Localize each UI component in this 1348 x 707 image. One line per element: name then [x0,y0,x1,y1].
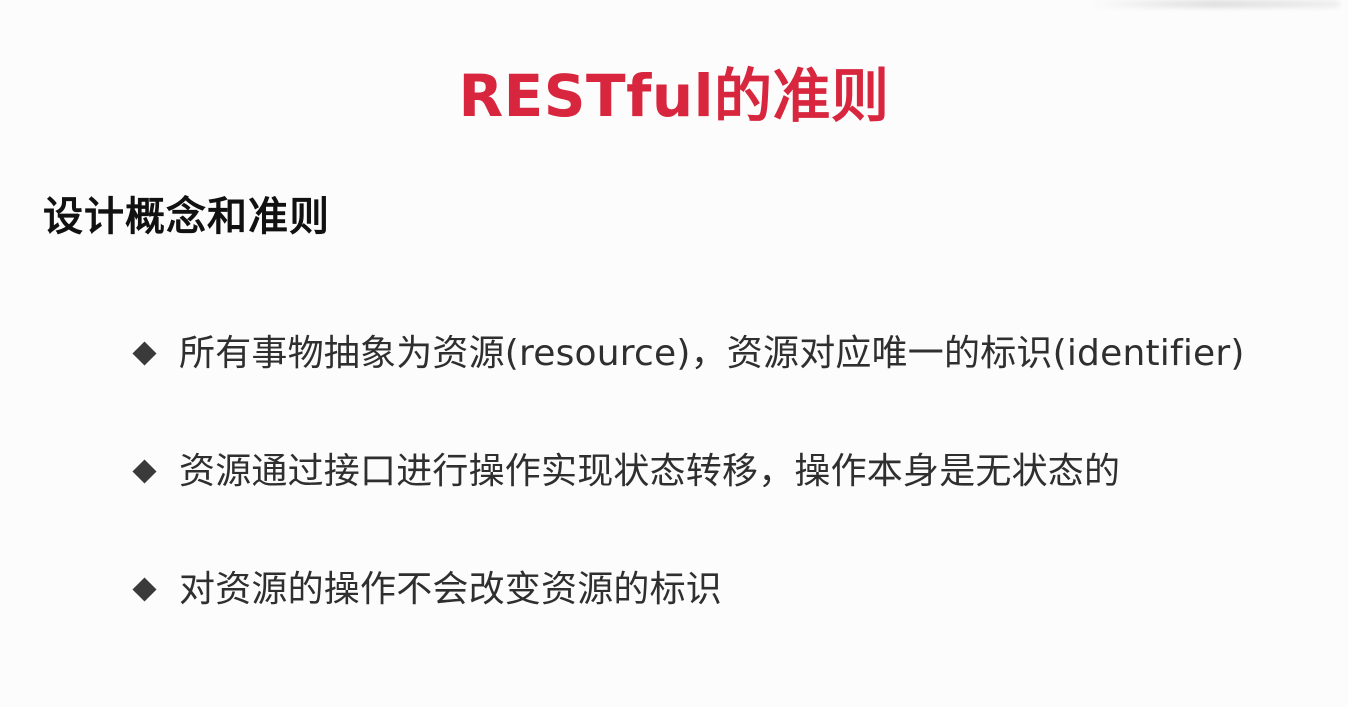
diamond-bullet-icon [132,341,157,366]
bullet-item-stateless-operations: 资源通过接口进行操作实现状态转移，操作本身是无状态的 [132,446,1342,564]
top-right-watermark-blur [1090,0,1340,8]
bullet-text: 资源通过接口进行操作实现状态转移，操作本身是无状态的 [179,451,1121,492]
bullet-item-identifier-unchanged: 对资源的操作不会改变资源的标识 [132,564,1342,682]
bullet-text: 所有事物抽象为资源(resource)，资源对应唯一的标识(identifier… [179,333,1245,374]
bullet-list: 所有事物抽象为资源(resource)，资源对应唯一的标识(identifier… [132,328,1342,682]
page-title: RESTful的准则 [458,62,890,130]
slide: RESTful的准则 设计概念和准则 所有事物抽象为资源(resource)，资… [0,0,1348,707]
diamond-bullet-icon [132,459,157,484]
section-title: 设计概念和准则 [43,194,330,240]
bullet-text: 对资源的操作不会改变资源的标识 [179,569,723,610]
bullet-item-resource-identifier: 所有事物抽象为资源(resource)，资源对应唯一的标识(identifier… [132,328,1342,446]
diamond-bullet-icon [132,577,157,602]
